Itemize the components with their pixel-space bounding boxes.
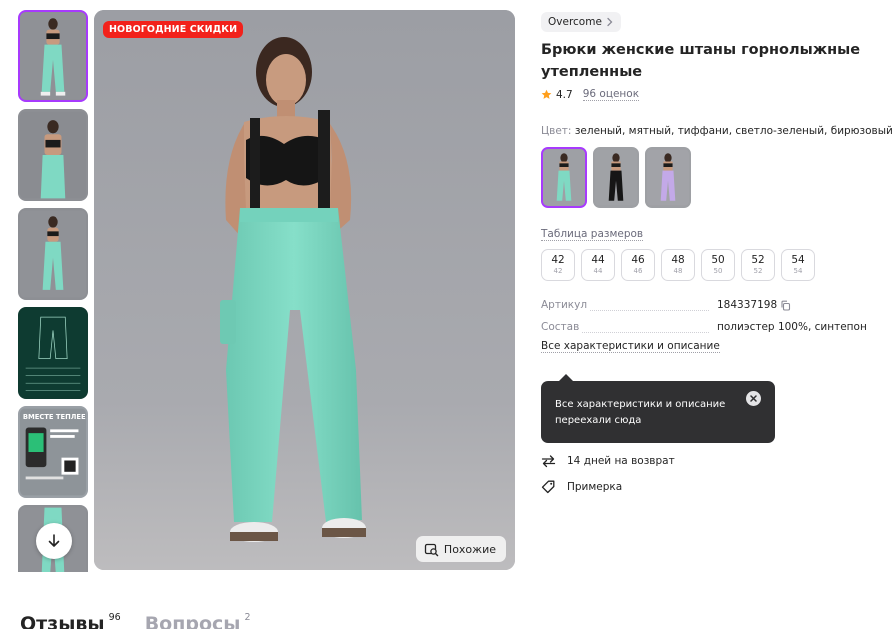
spec-key: Артикул (541, 299, 590, 311)
tag-icon (541, 480, 555, 494)
size-main: 42 (551, 254, 565, 266)
size-sub: 54 (793, 267, 803, 275)
brand-name: Overcome (548, 16, 602, 28)
size-option-54[interactable]: 54 54 (781, 249, 815, 281)
spec-value: полиэстер 100%, синтепон (717, 321, 867, 333)
size-sub: 48 (673, 267, 683, 275)
thumbnail-promo-text: ВМЕСТЕ ТЕПЛЕЕ (23, 413, 86, 421)
swatch-lavender[interactable] (645, 147, 691, 208)
all-characteristics-link[interactable]: Все характеристики и описание (541, 340, 720, 353)
product-info: Overcome Брюки женские штаны горнолыжные… (541, 10, 892, 494)
size-option-50[interactable]: 50 50 (701, 249, 735, 281)
tab-count: 2 (244, 612, 251, 623)
product-page: ВМЕСТЕ ТЕПЛЕЕ НОВОГОДНИЕ СКИДКИ Похожие … (0, 0, 892, 629)
rating-row: 4.7 96 оценок (541, 88, 881, 101)
size-main: 44 (591, 254, 605, 266)
spec-key: Состав (541, 321, 582, 333)
return-policy[interactable]: 14 дней на возврат (541, 454, 675, 468)
spec-row-article: Артикул 184337198 (541, 296, 881, 311)
promo-badge: НОВОГОДНИЕ СКИДКИ (103, 21, 244, 38)
content-tabs: Отзывы 96 Вопросы 2 (20, 612, 251, 629)
size-main: 50 (711, 254, 725, 266)
size-main: 48 (671, 254, 685, 266)
return-arrows-icon (541, 455, 556, 468)
tab-label: Вопросы (144, 613, 241, 629)
tab-label: Отзывы (20, 613, 105, 629)
color-label: Цвет: (541, 125, 572, 137)
thumbnail-size-chart[interactable] (18, 307, 88, 399)
thumbnail-promo[interactable]: ВМЕСТЕ ТЕПЛЕЕ (18, 406, 88, 498)
color-line: Цвет: зеленый, мятный, тиффани, светло-з… (541, 125, 892, 137)
specs-list: Артикул 184337198 Состав полиэстер 100%,… (541, 296, 881, 353)
thumbnail-2[interactable] (18, 109, 88, 201)
color-swatches (541, 147, 881, 208)
thumbnail-strip: ВМЕСТЕ ТЕПЛЕЕ (18, 10, 88, 572)
swatch-black[interactable] (593, 147, 639, 208)
close-icon (750, 395, 757, 402)
star-icon (541, 89, 552, 99)
size-sub: 52 (753, 267, 763, 275)
tooltip-text: Все характеристики и описание переехали … (555, 399, 726, 426)
spec-row-composition: Состав полиэстер 100%, синтепон (541, 318, 881, 333)
arrow-down-icon (48, 534, 60, 547)
tooltip-close-button[interactable] (746, 391, 761, 406)
fitting-option[interactable]: Примерка (541, 480, 622, 494)
size-option-42[interactable]: 42 42 (541, 249, 575, 281)
product-photo (94, 10, 515, 570)
size-main: 46 (631, 254, 645, 266)
fitting-label: Примерка (567, 481, 623, 493)
size-option-46[interactable]: 46 46 (621, 249, 655, 281)
size-sub: 46 (633, 267, 643, 275)
size-main: 52 (751, 254, 765, 266)
article-number: 184337198 (717, 299, 778, 311)
thumbnail-3[interactable] (18, 208, 88, 300)
spec-value-article: 184337198 (717, 299, 791, 311)
main-product-image[interactable]: НОВОГОДНИЕ СКИДКИ Похожие (94, 10, 515, 570)
similar-label: Похожие (443, 542, 496, 556)
size-selector: 42 42 44 44 46 46 48 48 50 50 52 52 54 54 (541, 249, 881, 281)
tab-reviews[interactable]: Отзывы 96 (20, 612, 121, 629)
similar-button[interactable]: Похожие (415, 536, 506, 562)
size-option-44[interactable]: 44 44 (581, 249, 615, 281)
chevron-right-icon (607, 17, 613, 27)
size-table-link[interactable]: Таблица размеров (541, 228, 644, 241)
size-sub: 44 (593, 267, 603, 275)
ratings-count-link[interactable]: 96 оценок (582, 88, 640, 101)
brand-link[interactable]: Overcome (541, 12, 621, 32)
size-option-48[interactable]: 48 48 (661, 249, 695, 281)
color-value: зеленый, мятный, тиффани, светло-зеленый… (574, 125, 892, 137)
scroll-down-button[interactable] (36, 523, 72, 559)
return-label: 14 дней на возврат (567, 455, 675, 467)
tab-count: 96 (108, 612, 121, 623)
swatch-mint[interactable] (541, 147, 587, 208)
info-tooltip: Все характеристики и описание переехали … (541, 374, 775, 443)
size-option-52[interactable]: 52 52 (741, 249, 775, 281)
size-main: 54 (791, 254, 805, 266)
product-title: Брюки женские штаны горнолыжные утепленн… (541, 42, 861, 80)
copy-icon[interactable] (780, 300, 791, 311)
rating-value: 4.7 (556, 88, 573, 101)
thumbnail-1[interactable] (18, 10, 88, 102)
size-sub: 50 (713, 267, 723, 275)
tab-questions[interactable]: Вопросы 2 (145, 612, 251, 629)
image-search-icon (424, 543, 439, 556)
size-sub: 42 (553, 267, 563, 275)
